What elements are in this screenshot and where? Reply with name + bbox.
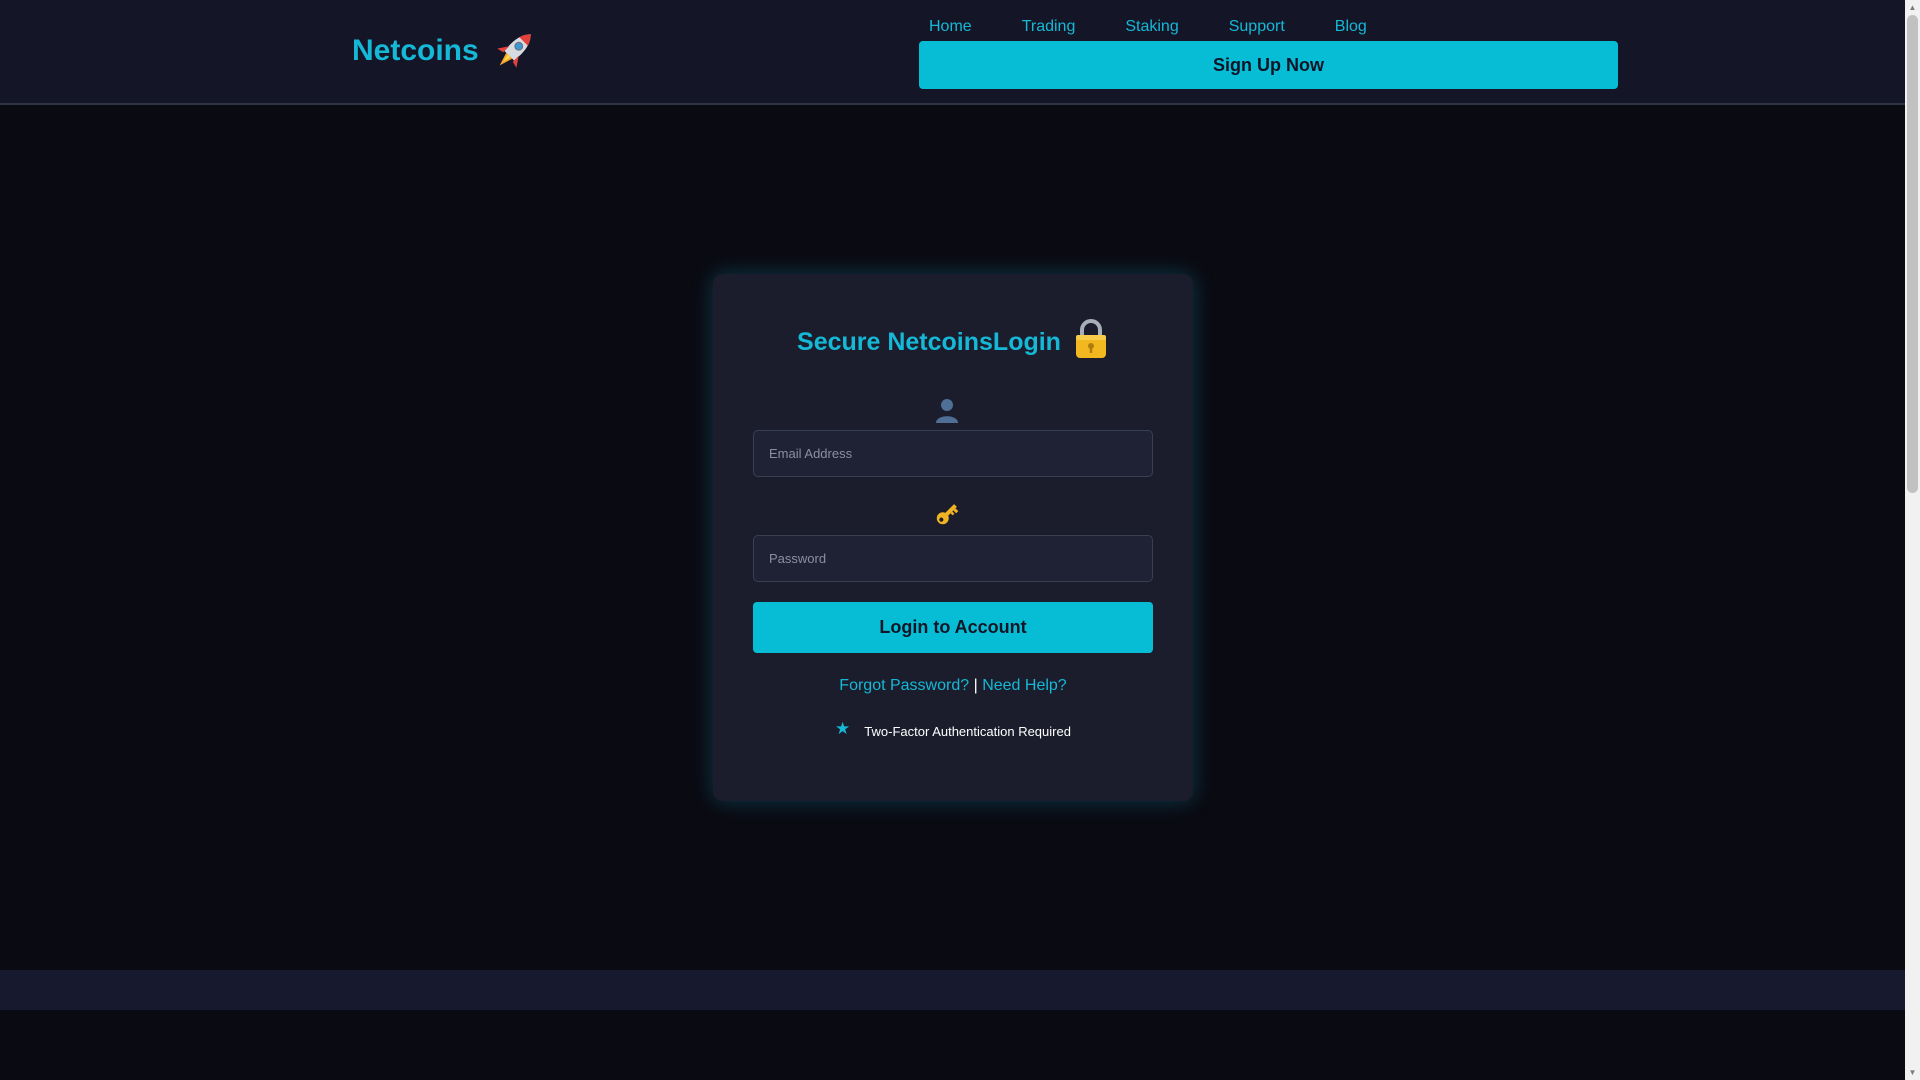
user-icon (936, 399, 958, 423)
star-icon: ★ (835, 719, 851, 738)
page: Netcoins Home Trading Staking Support Bl… (0, 0, 1905, 1080)
rocket-icon (496, 34, 531, 68)
nav-home[interactable]: Home (929, 18, 972, 36)
section-divider-band (0, 970, 1905, 1010)
key-icon (936, 504, 959, 525)
logo[interactable]: Netcoins (352, 24, 541, 78)
login-title: Secure NetcoinsLogin (713, 319, 1193, 360)
nav-support[interactable]: Support (1229, 18, 1285, 36)
nav-blog[interactable]: Blog (1335, 18, 1367, 36)
scroll-thumb[interactable] (1907, 15, 1918, 493)
main-nav: Home Trading Staking Support Blog (929, 18, 1417, 36)
logo-text: Netcoins (352, 34, 479, 67)
nav-trading[interactable]: Trading (1022, 18, 1076, 36)
scroll-up-arrow-icon[interactable]: ▲ (1905, 0, 1920, 15)
email-field[interactable] (753, 430, 1153, 477)
site-header: Netcoins Home Trading Staking Support Bl… (0, 0, 1905, 105)
help-links: Forgot Password? | Need Help? (713, 677, 1193, 695)
two-factor-notice: ★ Two-Factor Authentication Required (713, 719, 1193, 739)
sign-up-button[interactable]: Sign Up Now (919, 41, 1618, 89)
need-help-link[interactable]: Need Help? (982, 677, 1067, 694)
nav-staking[interactable]: Staking (1125, 18, 1178, 36)
lock-icon (1075, 319, 1106, 358)
vertical-scrollbar[interactable]: ▲ ▼ (1905, 0, 1920, 1080)
login-title-text: Secure NetcoinsLogin (797, 327, 1061, 356)
link-separator: | (973, 677, 978, 694)
forgot-password-link[interactable]: Forgot Password? (839, 677, 969, 694)
login-button[interactable]: Login to Account (753, 602, 1153, 653)
scroll-down-arrow-icon[interactable]: ▼ (1905, 1065, 1920, 1080)
password-field[interactable] (753, 535, 1153, 582)
login-card: Secure NetcoinsLogin Login (713, 274, 1193, 801)
two-factor-text: Two-Factor Authentication Required (864, 723, 1071, 739)
